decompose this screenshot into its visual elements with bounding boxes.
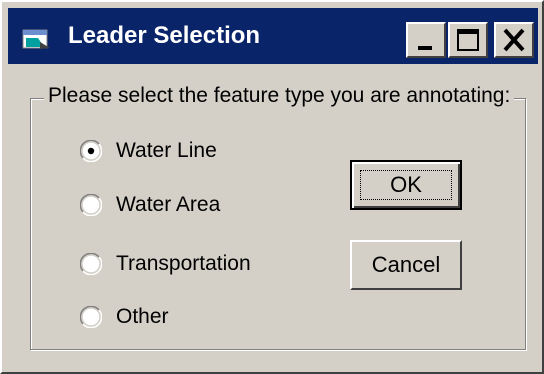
radio-label-water-area: Water Area bbox=[116, 193, 221, 216]
title-bar[interactable]: Leader Selection bbox=[8, 8, 538, 64]
minimize-icon bbox=[418, 46, 432, 50]
radio-other[interactable]: Other bbox=[80, 302, 169, 332]
radio-unchecked-icon[interactable] bbox=[80, 253, 102, 275]
radio-label-other: Other bbox=[116, 305, 169, 328]
app-window-icon bbox=[22, 28, 52, 50]
leader-selection-dialog: Leader Selection Please select the featu… bbox=[0, 0, 544, 374]
maximize-icon bbox=[457, 29, 479, 51]
close-icon bbox=[503, 28, 525, 52]
ok-button[interactable]: OK bbox=[350, 160, 462, 210]
group-label: Please select the feature type you are a… bbox=[44, 82, 515, 110]
cancel-button-label: Cancel bbox=[371, 252, 441, 277]
radio-transportation[interactable]: Transportation bbox=[80, 249, 251, 279]
radio-label-water-line: Water Line bbox=[116, 139, 217, 162]
radio-checked-icon[interactable] bbox=[80, 140, 102, 162]
radio-unchecked-icon[interactable] bbox=[80, 194, 102, 216]
radio-unchecked-icon[interactable] bbox=[80, 306, 102, 328]
radio-label-transportation: Transportation bbox=[116, 252, 251, 275]
window-title: Leader Selection bbox=[68, 22, 261, 49]
close-button[interactable] bbox=[494, 22, 534, 58]
focus-rectangle bbox=[360, 170, 452, 200]
radio-water-area[interactable]: Water Area bbox=[80, 190, 220, 220]
radio-water-line[interactable]: Water Line bbox=[80, 136, 217, 166]
maximize-button[interactable] bbox=[448, 22, 488, 58]
minimize-button[interactable] bbox=[406, 22, 446, 58]
cancel-button[interactable]: Cancel bbox=[350, 240, 462, 290]
